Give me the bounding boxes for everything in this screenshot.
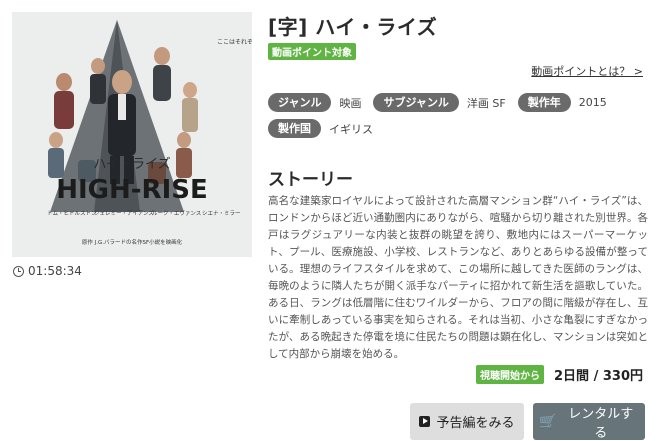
poster-artwork: ここはそれぞれのマンション、一度住めば帰れるのは… ハイ・ライズ HIGH-RI… (12, 12, 252, 257)
poster-cast-1: トム・ヒドルストン (47, 210, 97, 217)
story-text: 高名な建築家ロイヤルによって設計された高層マンション群“ハイ・ライズ”は、ロンド… (268, 195, 648, 360)
story-heading: ストーリー (268, 170, 353, 190)
rent-button[interactable]: 🛒 レンタルする (533, 403, 645, 441)
poster-title-jp: ハイ・ライズ (93, 156, 170, 172)
rent-label: レンタルする (568, 406, 634, 441)
clock-icon (13, 265, 24, 277)
page-title: [字] ハイ・ライズ (268, 15, 438, 39)
poster-cast-4: シエナ・ミラー (202, 210, 241, 217)
poster-cast-3: ルーク・エヴァンス (152, 209, 201, 217)
watch-trailer-label: 予告編をみる (436, 416, 515, 431)
watch-trailer-button[interactable]: 予告編をみる (410, 403, 524, 440)
metadata: ジャンル 映画 サブジャンル 洋画 SF 製作年 2015 製作国 イギリス (268, 93, 648, 145)
year-value: 2015 (578, 96, 607, 109)
play-icon (419, 416, 431, 427)
video-points-badge: 動画ポイント対象 (268, 43, 356, 60)
subgenre-label: サブジャンル (373, 93, 459, 112)
poster-credit: 原作 J.G.バラードの名作SF小説を映画化 (82, 238, 183, 246)
viewing-start-badge: 視聴開始から (476, 365, 545, 384)
country-label: 製作国 (268, 119, 321, 138)
year-label: 製作年 (517, 93, 571, 112)
genre-value: 映画 (339, 96, 362, 110)
rental-price: 2日間 / 330円 (554, 369, 643, 384)
metadata-row-2: 製作国 イギリス (268, 119, 648, 138)
duration-text: 01:58:34 (28, 264, 82, 278)
subgenre-value: 洋画 SF (466, 96, 506, 110)
metadata-row-1: ジャンル 映画 サブジャンル 洋画 SF 製作年 2015 (268, 93, 648, 112)
video-points-link[interactable]: 動画ポイントとは？ > (531, 63, 643, 79)
cart-icon: 🛒 (539, 413, 557, 430)
genre-label: ジャンル (268, 93, 332, 112)
duration: 01:58:34 (13, 264, 82, 278)
poster-tagline: ここはそれぞれのマンション、一度住めば帰れるのは… (217, 38, 252, 46)
poster-title-en: HIGH-RISE (56, 175, 208, 205)
movie-poster: ここはそれぞれのマンション、一度住めば帰れるのは… ハイ・ライズ HIGH-RI… (12, 12, 252, 257)
price-info: 視聴開始から 2日間 / 330円 (476, 365, 643, 384)
country-value: イギリス (329, 122, 373, 136)
poster-cast-2: ジェレミー・アイアンズ (94, 209, 154, 217)
